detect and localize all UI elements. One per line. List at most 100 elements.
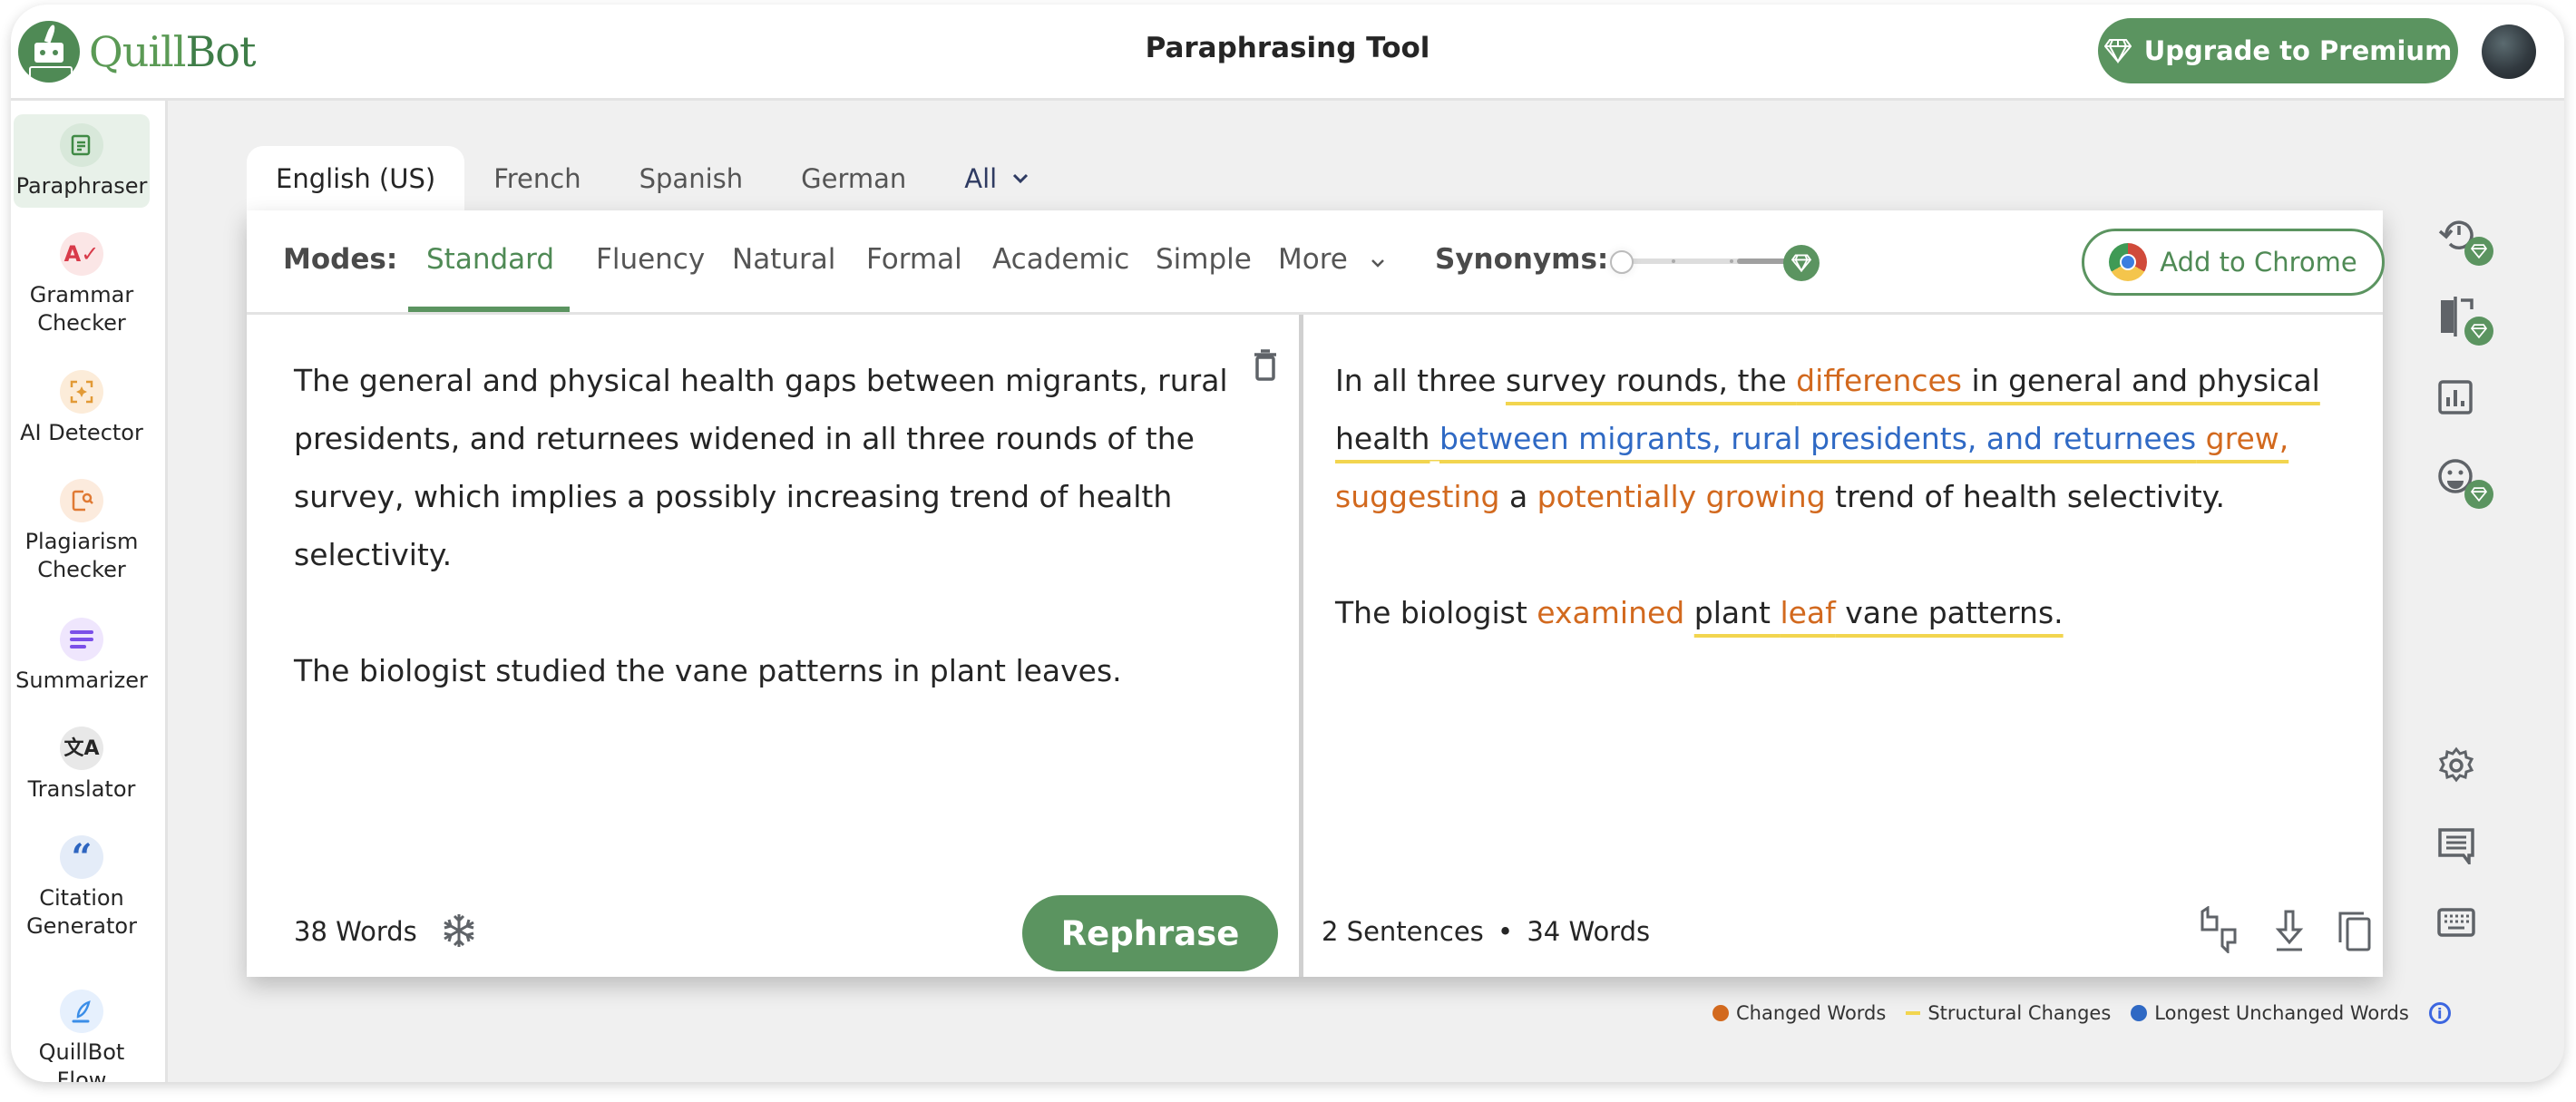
sidebar-item-plagiarism-checker[interactable]: Plagiarism Checker (14, 479, 150, 584)
feedback-button[interactable] (2437, 826, 2492, 881)
changed-word: leaf (1780, 595, 1836, 630)
modes-toolbar: Modes: Standard Fluency Natural Formal A… (247, 210, 2385, 315)
slider-handle[interactable] (1610, 250, 1634, 274)
mode-simple[interactable]: Simple (1156, 243, 1252, 276)
mode-fluency[interactable]: Fluency (596, 243, 705, 276)
tab-german[interactable]: German (772, 146, 935, 211)
summarizer-icon (60, 618, 103, 661)
premium-badge-icon (2464, 480, 2493, 509)
tab-all-label: All (964, 163, 998, 194)
output-stats: 2 Sentences • 34 Words (1322, 916, 1650, 947)
changed-word: potentially growing (1537, 479, 1826, 514)
copy-icon[interactable] (2333, 906, 2376, 953)
output-word-count: 34 Words (1527, 916, 1651, 947)
premium-badge-icon (2464, 317, 2493, 346)
quill-icon (60, 990, 103, 1033)
compare-modes-button[interactable] (2437, 295, 2493, 349)
keyboard-shortcuts-button[interactable] (2437, 908, 2492, 962)
sidebar-item-label: QuillBot Flow (38, 1039, 125, 1082)
chrome-icon (2109, 243, 2148, 281)
translate-icon: 文A (60, 727, 103, 770)
legend-longest-unchanged: Longest Unchanged Words (2131, 1002, 2409, 1024)
rephrase-button[interactable]: Rephrase (1022, 895, 1278, 971)
mode-natural[interactable]: Natural (732, 243, 835, 276)
add-to-chrome-label: Add to Chrome (2160, 247, 2357, 278)
diamond-icon (2103, 39, 2132, 63)
changed-word: examined (1537, 595, 1685, 630)
sidebar-item-translator[interactable]: 文A Translator (14, 727, 150, 804)
pane-divider[interactable] (1299, 315, 1303, 977)
sidebar: Paraphraser A✓ Grammar Checker AI Detect… (11, 101, 168, 1082)
sidebar-item-label: Plagiarism Checker (24, 529, 139, 582)
mode-standard[interactable]: Standard (426, 243, 554, 276)
changed-word: suggesting (1335, 479, 1500, 514)
sidebar-item-label: AI Detector (20, 420, 143, 445)
output-paragraph: The biologist examined plant leaf vane p… (1335, 595, 2064, 630)
language-tabs: English (US) French Spanish German All (247, 145, 1059, 211)
chevron-down-icon (1371, 259, 1384, 268)
bar-chart-icon (2438, 380, 2473, 414)
slider-step (1672, 259, 1675, 263)
comment-icon (2438, 828, 2474, 868)
sidebar-item-paraphraser[interactable]: Paraphraser (14, 114, 150, 208)
premium-diamond-icon (1783, 245, 1820, 281)
tab-all-languages[interactable]: All (935, 146, 1059, 211)
yellow-dash-icon (1906, 1011, 1921, 1015)
input-paragraph: The biologist studied the vane patterns … (294, 653, 1122, 688)
trash-icon[interactable] (1252, 348, 1279, 381)
quote-icon: “ (60, 835, 103, 879)
statistics-button[interactable] (2437, 379, 2492, 434)
synonyms-slider[interactable] (1610, 243, 1820, 281)
output-paragraph: In all three survey rounds, the differen… (1335, 363, 2320, 514)
synonyms-label: Synonyms: (1435, 243, 1609, 276)
tab-spanish[interactable]: Spanish (610, 146, 773, 211)
gear-icon (2438, 746, 2474, 783)
sidebar-item-quillbot-flow[interactable]: QuillBot Flow (14, 990, 150, 1082)
sentence-count: 2 Sentences (1322, 916, 1484, 947)
output-text-area: In all three survey rounds, the differen… (1335, 352, 2342, 700)
blue-dot-icon (2131, 1005, 2148, 1021)
sidebar-item-label: Citation Generator (26, 885, 137, 939)
grammar-check-icon: A✓ (60, 232, 103, 276)
user-avatar[interactable] (2482, 24, 2536, 79)
orange-dot-icon (1712, 1005, 1729, 1021)
tab-english-us[interactable]: English (US) (247, 146, 465, 211)
longest-unchanged-words: between migrants, rural presidents, and … (1439, 421, 2197, 456)
tab-french[interactable]: French (464, 146, 610, 211)
sidebar-item-label: Grammar Checker (29, 282, 134, 336)
paraphraser-card: Modes: Standard Fluency Natural Formal A… (247, 210, 2385, 977)
plagiarism-icon (60, 479, 103, 522)
mode-formal[interactable]: Formal (866, 243, 962, 276)
sidebar-item-citation-generator[interactable]: “ Citation Generator (14, 835, 150, 941)
download-icon[interactable] (2268, 906, 2311, 953)
sidebar-item-ai-detector[interactable]: AI Detector (14, 370, 150, 447)
changed-word: grew, (2196, 421, 2289, 456)
mode-academic[interactable]: Academic (992, 243, 1129, 276)
sidebar-item-grammar-checker[interactable]: A✓ Grammar Checker (14, 232, 150, 337)
slider-step (1730, 259, 1733, 263)
rate-feedback-icon[interactable] (2197, 906, 2240, 953)
freeze-words-icon[interactable] (439, 911, 479, 951)
mode-more-label: More (1278, 243, 1348, 276)
input-text-area[interactable]: The general and physical health gaps bet… (294, 352, 1264, 758)
upgrade-label: Upgrade to Premium (2143, 35, 2453, 66)
chevron-down-icon (1013, 173, 1029, 184)
settings-button[interactable] (2437, 746, 2492, 801)
color-legend: Changed Words Structural Changes Longest… (1712, 1002, 2451, 1024)
sidebar-item-label: Paraphraser (15, 173, 148, 199)
keyboard-icon (2437, 908, 2475, 937)
info-icon[interactable]: i (2428, 1002, 2451, 1024)
history-button[interactable] (2437, 215, 2493, 269)
input-paragraph: The general and physical health gaps bet… (294, 363, 1228, 572)
mode-more-dropdown[interactable]: More (1278, 243, 1386, 276)
add-to-chrome-button[interactable]: Add to Chrome (2082, 229, 2385, 296)
sidebar-item-label: Summarizer (15, 668, 148, 693)
paraphraser-icon (60, 123, 103, 167)
sidebar-item-summarizer[interactable]: Summarizer (14, 618, 150, 695)
top-bar: QuillBot Paraphrasing Tool Upgrade to Pr… (11, 5, 2564, 101)
legend-structural-changes: Structural Changes (1906, 1002, 2111, 1024)
upgrade-premium-button[interactable]: Upgrade to Premium (2098, 18, 2458, 83)
premium-badge-icon (2464, 237, 2493, 266)
tone-button[interactable] (2437, 458, 2493, 512)
input-word-count: 38 Words (294, 916, 417, 947)
